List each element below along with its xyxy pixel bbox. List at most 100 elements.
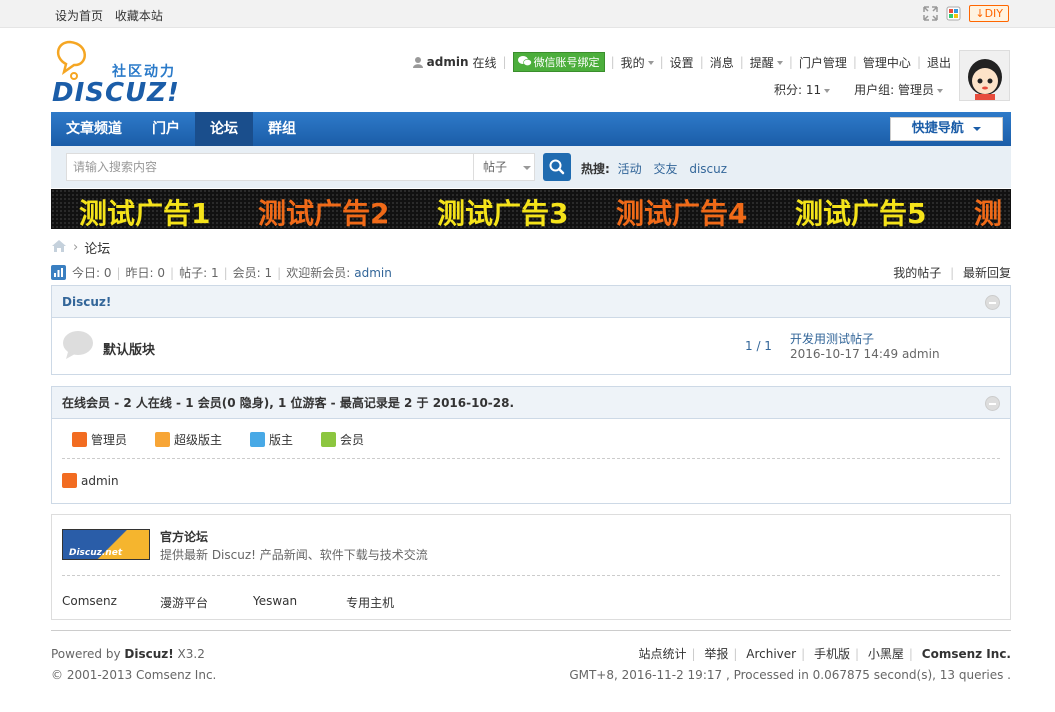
chevron-down-icon — [824, 88, 831, 93]
online-title[interactable]: 在线会员 — [62, 396, 110, 410]
ad-text: 测试广告2 — [258, 197, 390, 229]
footer-company-link[interactable]: Comsenz Inc. — [922, 647, 1011, 661]
nav-item-portal[interactable]: 门户 — [137, 112, 195, 146]
wechat-bind-button[interactable]: 微信账号绑定 — [512, 52, 605, 72]
my-menu-label: 我的 — [620, 55, 645, 70]
footer-divider — [51, 630, 1011, 631]
my-menu[interactable]: 我的 — [621, 54, 654, 71]
nav-item-forum[interactable]: 论坛 — [195, 112, 253, 146]
breadcrumb: › 论坛 — [51, 238, 110, 257]
newest-member-link[interactable]: admin — [354, 266, 392, 280]
powered-prefix: Powered by — [51, 647, 125, 661]
online-legend: 管理员 超级版主 版主 会员 — [62, 419, 1000, 459]
legend-label: 版主 — [269, 433, 294, 447]
reminders-menu[interactable]: 提醒 — [750, 54, 783, 71]
style-switch-icon[interactable] — [946, 6, 961, 21]
home-icon[interactable] — [51, 239, 67, 257]
quick-nav-button[interactable]: 快捷导航 — [890, 117, 1003, 141]
main-nav: 文章频道 门户 论坛 群组 快捷导航 — [51, 112, 1011, 146]
online-user[interactable]: admin — [62, 473, 119, 488]
search-icon — [543, 159, 571, 184]
powered-by: Powered by Discuz! X3.2 — [51, 644, 216, 665]
points-menu[interactable]: 积分: 11 — [774, 81, 831, 98]
bookmark-link[interactable]: 收藏本站 — [115, 9, 163, 23]
footer-link-archiver[interactable]: Archiver — [746, 647, 796, 661]
footer-link-stats[interactable]: 站点统计 — [638, 647, 686, 661]
settings-link[interactable]: 设置 — [670, 54, 694, 71]
avatar[interactable] — [959, 50, 1010, 101]
online-user-link[interactable]: admin — [81, 474, 119, 488]
forum-name-link[interactable]: 默认版块 — [103, 339, 155, 358]
nav-item-articles[interactable]: 文章频道 — [51, 112, 137, 146]
version: X3.2 — [173, 647, 205, 661]
footer-left: Powered by Discuz! X3.2 © 2001-2013 Coms… — [51, 644, 216, 686]
search-bar: 请输入搜索内容 帖子 热搜: 活动 交友 discuz — [51, 146, 1011, 188]
set-home-link[interactable]: 设为首页 — [55, 9, 103, 23]
legend-mod: 版主 — [250, 431, 293, 448]
reminders-label: 提醒 — [749, 55, 774, 70]
user-bar: admin 在线 | 微信账号绑定 | 我的 | 设置 | 消息 | 提醒 | … — [412, 52, 951, 72]
collapse-icon[interactable] — [985, 295, 1000, 310]
welcome-label: 欢迎新会员: — [286, 266, 351, 280]
user-icon — [412, 56, 424, 68]
ad-banner[interactable]: 测试广告1 测试广告2 测试广告3 测试广告4 测试广告5 测 — [51, 189, 1011, 229]
search-input[interactable]: 请输入搜索内容 — [66, 153, 474, 181]
top-icons: ↓DIY — [923, 5, 1009, 22]
collapse-icon[interactable] — [985, 396, 1000, 411]
hot-search: 热搜: 活动 交友 discuz — [581, 160, 735, 177]
hot-term[interactable]: discuz — [689, 162, 727, 176]
logo-wordmark: DISCUZ! — [52, 78, 180, 108]
member-user-icon — [321, 432, 337, 447]
usergroup-label: 用户组: 管理员 — [854, 83, 934, 97]
search-button[interactable] — [543, 153, 571, 181]
legend-member: 会员 — [321, 431, 364, 448]
last-post-link[interactable]: 开发用测试帖子 — [790, 330, 874, 347]
featured-link-title[interactable]: 官方论坛 — [160, 528, 208, 545]
forum-counts: 1 / 1 — [745, 339, 772, 353]
footer-link-mobile[interactable]: 手机版 — [814, 647, 850, 661]
ad-text: 测 — [974, 197, 1003, 229]
breadcrumb-forum[interactable]: 论坛 — [84, 238, 110, 257]
super-mod-user-icon — [155, 432, 171, 447]
usergroup-menu[interactable]: 用户组: 管理员 — [854, 81, 943, 98]
friend-link[interactable]: Yeswan — [253, 594, 297, 611]
nav-item-groups[interactable]: 群组 — [253, 112, 311, 146]
processed-info: GMT+8, 2016-11-2 19:17 , Processed in 0.… — [569, 668, 1011, 682]
forum-row: 默认版块 1 / 1 开发用测试帖子 2016-10-17 14:49 admi… — [52, 318, 1010, 373]
friend-link[interactable]: 漫游平台 — [160, 594, 208, 611]
username-link[interactable]: admin — [427, 55, 469, 69]
hot-search-label: 热搜: — [581, 162, 610, 176]
friend-link[interactable]: Comsenz — [62, 594, 117, 611]
messages-link[interactable]: 消息 — [710, 54, 734, 71]
online-header: 在线会员 - 2 人在线 - 1 会员(0 隐身), 1 位游客 - 最高记录是… — [52, 387, 1010, 419]
footer-link-report[interactable]: 举报 — [704, 647, 728, 661]
forum-stats: 今日: 0 | 昨日: 0 | 帖子: 1 | 会员: 1 | 欢迎新会员: a… — [51, 264, 392, 281]
footer-links: 站点统计 | 举报 | Archiver | 手机版 | 小黑屋 | Comsenz In… — [638, 647, 1011, 661]
diy-button[interactable]: ↓DIY — [969, 5, 1009, 22]
ad-text: 测试广告3 — [437, 197, 569, 229]
footer-link-blacklist[interactable]: 小黑屋 — [868, 647, 904, 661]
hot-term[interactable]: 活动 — [618, 162, 642, 176]
admin-center-link[interactable]: 管理中心 — [863, 54, 911, 71]
site-logo[interactable]: 社区动力 DISCUZ! — [52, 38, 192, 108]
category-box: Discuz! 默认版块 1 / 1 开发用测试帖子 2016-10-17 14… — [51, 285, 1011, 375]
category-title[interactable]: Discuz! — [62, 295, 111, 309]
chevron-down-icon — [776, 61, 783, 65]
ad-text: 测试广告1 — [79, 197, 211, 229]
forum-status-icon — [62, 330, 94, 363]
search-type-select[interactable]: 帖子 — [474, 153, 535, 181]
diy-label: DIY — [984, 7, 1003, 20]
logout-link[interactable]: 退出 — [927, 54, 951, 71]
user-bar-secondary: 积分: 11 用户组: 管理员 — [774, 81, 943, 98]
legend-super-mod: 超级版主 — [155, 431, 222, 448]
featured-link-logo[interactable]: Discuz.net — [62, 529, 150, 560]
friend-link[interactable]: 专用主机 — [346, 594, 394, 611]
hot-term[interactable]: 交友 — [653, 162, 677, 176]
my-posts-link[interactable]: 我的帖子 — [893, 266, 941, 280]
points-label: 积分: 11 — [774, 83, 822, 97]
discuz-brand-link[interactable]: Discuz! — [124, 647, 173, 661]
fullscreen-icon[interactable] — [923, 6, 939, 21]
stats-links: 我的帖子 | 最新回复 — [893, 266, 1011, 280]
latest-replies-link[interactable]: 最新回复 — [963, 266, 1011, 280]
portal-admin-link[interactable]: 门户管理 — [799, 54, 847, 71]
